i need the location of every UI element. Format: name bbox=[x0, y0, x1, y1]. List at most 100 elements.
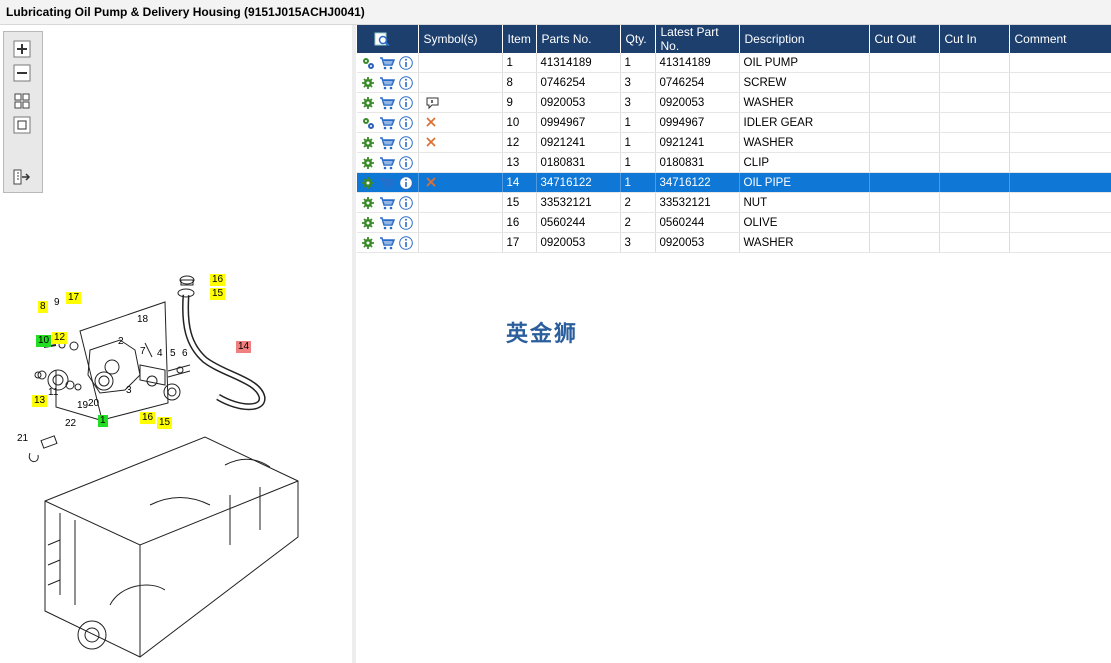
cut-out-cell bbox=[869, 152, 940, 173]
gear-icon bbox=[362, 216, 374, 229]
callout-label: 3 bbox=[126, 385, 132, 396]
table-row[interactable]: 16 0560244 2 0560244 OLIVE bbox=[357, 212, 1111, 233]
callout-label[interactable]: 8 bbox=[38, 301, 48, 313]
callout-label[interactable]: 14 bbox=[236, 341, 252, 353]
cut-out-cell bbox=[869, 132, 940, 153]
info-icon[interactable] bbox=[399, 115, 413, 130]
diagram-pane[interactable]: 16 15 8 9 17 18 14 10 12 2 7 4 5 6 11 3 13 19 20 16 15 1 22 21 bbox=[0, 25, 353, 663]
shopping-cart-icon[interactable] bbox=[379, 156, 395, 170]
item-cell: 17 bbox=[502, 232, 537, 253]
column-header-label: Cut Out bbox=[874, 32, 916, 46]
info-icon[interactable] bbox=[399, 95, 413, 110]
latest-part-cell: 0920053 bbox=[655, 92, 740, 113]
description-cell: SCREW bbox=[739, 72, 870, 93]
latest-part-cell: 41314189 bbox=[655, 53, 740, 73]
comment-cell bbox=[1009, 53, 1111, 73]
symbol-cell bbox=[418, 72, 503, 93]
comment-cell bbox=[1009, 192, 1111, 213]
callout-label[interactable]: 15 bbox=[157, 417, 173, 429]
shopping-cart-icon[interactable] bbox=[379, 96, 395, 110]
item-cell: 15 bbox=[502, 192, 537, 213]
shopping-cart-icon[interactable] bbox=[379, 236, 395, 250]
shopping-cart-icon[interactable] bbox=[379, 56, 395, 70]
column-header-symbol-s[interactable]: Symbol(s) bbox=[418, 25, 503, 53]
cut-out-cell bbox=[869, 53, 940, 73]
description-cell: NUT bbox=[739, 192, 870, 213]
shopping-cart-icon[interactable] bbox=[379, 216, 395, 230]
quantity-cell: 3 bbox=[620, 232, 656, 253]
info-icon[interactable] bbox=[399, 195, 413, 210]
column-header-label: Cut In bbox=[944, 32, 977, 46]
cut-in-cell bbox=[939, 172, 1010, 193]
column-header-qty[interactable]: Qty. bbox=[620, 25, 656, 53]
callout-label[interactable]: 1 bbox=[98, 415, 108, 427]
table-row[interactable]: 15 33532121 2 33532121 NUT bbox=[357, 192, 1111, 213]
comment-cell bbox=[1009, 92, 1111, 113]
table-row[interactable]: 13 0180831 1 0180831 CLIP bbox=[357, 152, 1111, 173]
callout-label[interactable]: 16 bbox=[140, 412, 156, 424]
info-icon[interactable] bbox=[399, 235, 413, 250]
table-row[interactable]: 8 0746254 3 0746254 SCREW bbox=[357, 72, 1111, 93]
pane-splitter[interactable] bbox=[352, 25, 356, 663]
callout-label[interactable]: 12 bbox=[52, 332, 68, 344]
table-row[interactable]: 14 34716122 1 34716122 OIL PIPE bbox=[357, 172, 1111, 193]
row-actions-cell bbox=[357, 72, 419, 93]
symbol-cell bbox=[418, 53, 503, 73]
cut-in-cell bbox=[939, 212, 1010, 233]
shopping-cart-icon[interactable] bbox=[379, 196, 395, 210]
callout-label[interactable]: 16 bbox=[210, 274, 226, 286]
cut-in-cell bbox=[939, 132, 1010, 153]
column-header-label: Description bbox=[744, 32, 805, 46]
shopping-cart-icon[interactable] bbox=[379, 136, 395, 150]
item-cell: 14 bbox=[502, 172, 537, 193]
callout-label: 21 bbox=[17, 433, 29, 444]
info-icon[interactable] bbox=[399, 75, 413, 90]
callout-label[interactable]: 15 bbox=[210, 288, 226, 300]
column-header-label: Parts No. bbox=[541, 32, 592, 46]
table-row[interactable]: 1 41314189 1 41314189 OIL PUMP bbox=[357, 53, 1111, 73]
column-header-item[interactable]: Item bbox=[502, 25, 537, 53]
column-header-description[interactable]: Description bbox=[739, 25, 870, 53]
info-icon[interactable] bbox=[399, 155, 413, 170]
callout-label[interactable]: 13 bbox=[32, 395, 48, 407]
quantity-cell: 1 bbox=[620, 132, 656, 153]
gear-icon bbox=[362, 76, 374, 89]
info-icon[interactable] bbox=[399, 55, 413, 70]
gear-icon bbox=[362, 196, 374, 209]
table-row[interactable]: 9 0920053 3 0920053 WASHER bbox=[357, 92, 1111, 113]
symbol-cell bbox=[418, 152, 503, 173]
shopping-cart-icon[interactable] bbox=[379, 176, 395, 190]
description-cell: WASHER bbox=[739, 132, 870, 153]
gears-icon bbox=[363, 57, 374, 69]
shopping-cart-icon[interactable] bbox=[379, 76, 395, 90]
column-header-label: Qty. bbox=[625, 32, 647, 46]
column-header-parts-no[interactable]: Parts No. bbox=[536, 25, 621, 53]
shopping-cart-icon[interactable] bbox=[379, 116, 395, 130]
window-titlebar: Lubricating Oil Pump & Delivery Housing … bbox=[0, 0, 1111, 25]
description-cell: WASHER bbox=[739, 92, 870, 113]
part-number-cell: 33532121 bbox=[536, 192, 621, 213]
column-header-cut-in[interactable]: Cut In bbox=[939, 25, 1010, 53]
part-number-cell: 0746254 bbox=[536, 72, 621, 93]
parts-table: Symbol(s) Item Parts No. Qty. Latest Part No… bbox=[357, 25, 1111, 253]
table-row[interactable]: 17 0920053 3 0920053 WASHER bbox=[357, 232, 1111, 253]
gear-icon bbox=[362, 176, 374, 189]
latest-part-cell: 0921241 bbox=[655, 132, 740, 153]
symbol-cell bbox=[418, 232, 503, 253]
cut-out-cell bbox=[869, 212, 940, 233]
symbol-cell bbox=[418, 212, 503, 233]
column-header-latest-part-no[interactable]: Latest Part No. bbox=[655, 25, 740, 53]
gear-icon bbox=[362, 236, 374, 249]
table-row[interactable]: 10 0994967 1 0994967 IDLER GEAR bbox=[357, 112, 1111, 133]
column-header-comment[interactable]: Comment bbox=[1009, 25, 1111, 53]
parts-table-pane: Symbol(s) Item Parts No. Qty. Latest Part No… bbox=[357, 25, 1111, 663]
column-header-view[interactable] bbox=[357, 25, 419, 53]
callout-label[interactable]: 17 bbox=[66, 292, 82, 304]
info-icon[interactable] bbox=[399, 135, 413, 150]
column-header-cut-out[interactable]: Cut Out bbox=[869, 25, 940, 53]
info-icon[interactable] bbox=[399, 215, 413, 230]
table-row[interactable]: 12 0921241 1 0921241 WASHER bbox=[357, 132, 1111, 153]
callout-label: 6 bbox=[182, 348, 188, 359]
info-icon[interactable] bbox=[399, 175, 413, 190]
callout-label[interactable]: 10 bbox=[36, 335, 52, 347]
